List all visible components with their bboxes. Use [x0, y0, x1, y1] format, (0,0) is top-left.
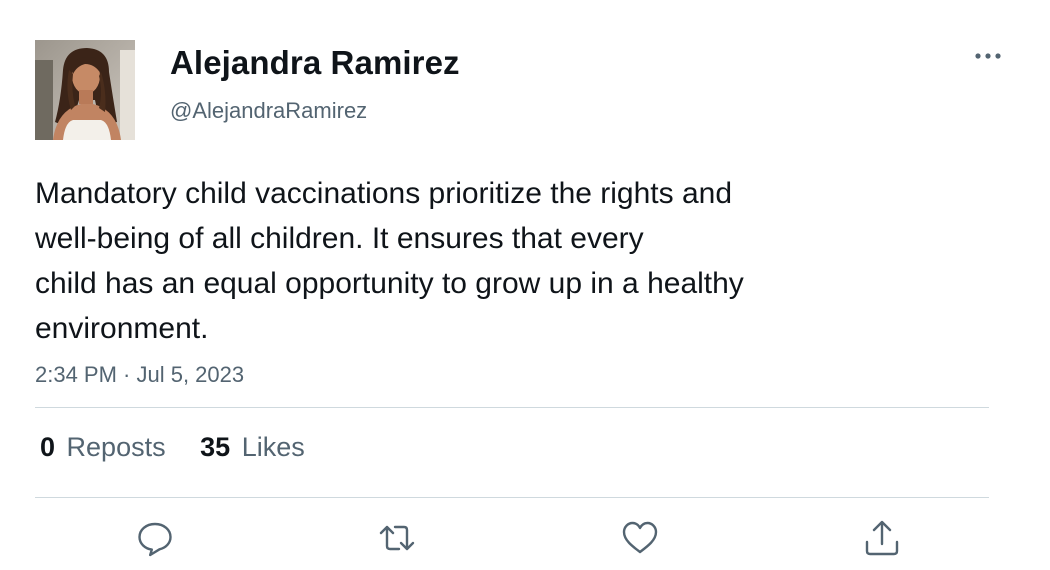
- avatar-image: [35, 40, 135, 140]
- more-options-button[interactable]: [970, 42, 1006, 70]
- tweet-text-line: environment.: [35, 312, 209, 345]
- reposts-stat[interactable]: 0 Reposts: [40, 432, 166, 463]
- likes-label: Likes: [241, 432, 305, 462]
- likes-stat[interactable]: 35 Likes: [200, 432, 305, 463]
- reply-button[interactable]: [135, 518, 175, 558]
- more-icon: [975, 53, 1001, 59]
- engagement-stats: 0 Reposts 35 Likes: [40, 432, 332, 463]
- tweet-text-line: child has an equal opportunity to grow u…: [35, 267, 744, 300]
- tweet-text-line: Mandatory child vaccinations prioritize …: [35, 177, 733, 210]
- avatar[interactable]: [35, 40, 135, 140]
- display-name[interactable]: Alejandra Ramirez: [170, 44, 460, 82]
- reposts-count: 0: [40, 432, 56, 462]
- divider: [35, 497, 989, 498]
- reply-icon: [138, 522, 172, 557]
- likes-count: 35: [200, 432, 231, 462]
- tweet-timestamp[interactable]: 2:34 PM · Jul 5, 2023: [35, 362, 244, 388]
- tweet-text-line: well-being of all children. It ensures t…: [35, 222, 644, 255]
- reposts-label: Reposts: [66, 432, 166, 462]
- heart-icon: [622, 521, 658, 554]
- repost-button[interactable]: [377, 518, 417, 558]
- divider: [35, 407, 989, 408]
- tweet-card: Alejandra Ramirez @AlejandraRamirez Mand…: [0, 0, 1050, 570]
- like-button[interactable]: [620, 518, 660, 558]
- repost-icon: [379, 525, 415, 551]
- share-button[interactable]: [862, 518, 902, 558]
- user-handle[interactable]: @AlejandraRamirez: [170, 98, 367, 124]
- share-icon: [865, 520, 899, 556]
- tweet-text: Mandatory child vaccinations prioritize …: [35, 171, 995, 351]
